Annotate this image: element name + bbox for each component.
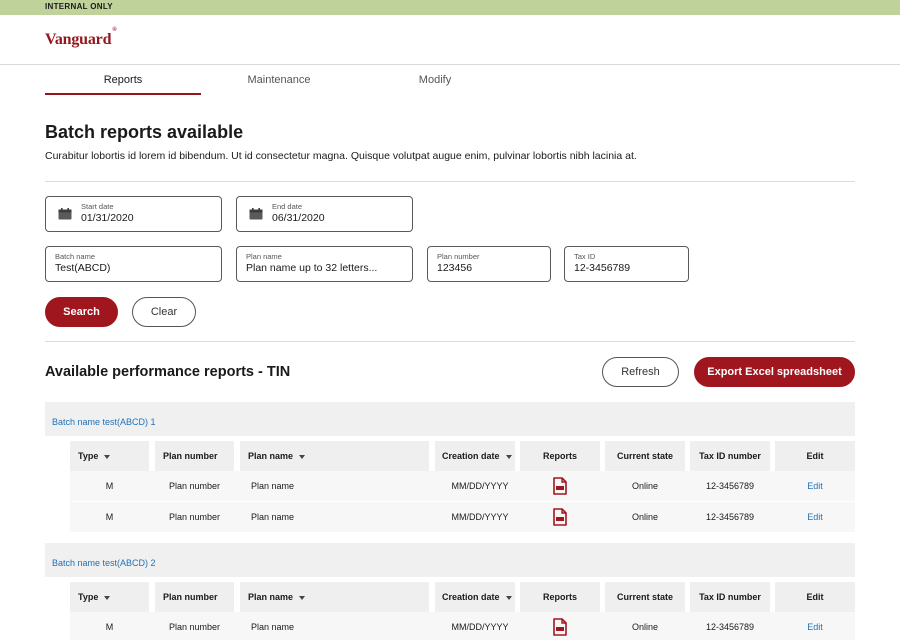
batch-name-label: Batch name [55,252,96,261]
end-date-label: End date [272,202,303,211]
search-button[interactable]: Search [45,297,118,327]
tab-maintenance[interactable]: Maintenance [201,66,357,95]
cell-creation-date: MM/DD/YYYY [451,512,509,522]
cell-current-state: Online [631,622,658,632]
sort-down-icon [104,454,111,459]
site-header: Vanguard® [0,15,900,65]
cell-tax-id: 12-3456789 [705,512,755,522]
edit-link[interactable]: Edit [775,502,855,532]
cell-type: M [105,481,114,491]
plan-name-field[interactable]: Plan name Plan name up to 32 letters... [236,246,413,282]
edit-link[interactable]: Edit [775,612,855,640]
calendar-icon [58,208,72,220]
start-date-field[interactable]: Start date 01/31/2020 [45,196,222,232]
plan-number-label: Plan number [437,252,480,261]
cell-creation-date: MM/DD/YYYY [451,622,509,632]
batch-header: Batch name test(ABCD) 2 [45,543,855,577]
column-header-edit: Edit [775,582,855,612]
edit-link[interactable]: Edit [775,471,855,501]
logo-text: Vanguard [45,31,112,48]
internal-only-banner: INTERNAL ONLY [0,0,900,15]
tab-modify[interactable]: Modify [357,66,513,95]
clear-button[interactable]: Clear [132,297,196,327]
batch-header: Batch name test(ABCD) 1 [45,402,855,436]
column-label: Plan number [163,451,218,461]
end-date-field[interactable]: End date 06/31/2020 [236,196,413,232]
batch-name-value: Test(ABCD) [55,262,111,274]
tax-id-value: 12-3456789 [574,262,631,274]
column-header-type[interactable]: Type [70,582,149,612]
column-header-current-state: Current state [605,441,685,471]
cell-plan-name: Plan name [251,481,295,491]
column-label: Plan number [163,592,218,602]
column-label: Creation date [442,451,500,461]
logo-registered-mark: ® [112,26,117,33]
sort-down-icon [104,595,111,600]
refresh-button[interactable]: Refresh [602,357,679,387]
page-description: Curabitur lobortis id lorem id bibendum.… [45,150,637,162]
banner-text: INTERNAL ONLY [45,2,113,11]
page-title: Batch reports available [45,122,244,142]
column-label: Plan name [248,592,294,602]
column-header-reports: Reports [520,441,600,471]
column-header-plan-number: Plan number [155,441,234,471]
column-header-creation-date[interactable]: Creation date [435,441,515,471]
column-header-creation-date[interactable]: Creation date [435,582,515,612]
cell-plan-name: Plan name [251,622,295,632]
vanguard-logo[interactable]: Vanguard® [45,27,117,49]
column-header-plan-number: Plan number [155,582,234,612]
plan-name-label: Plan name [246,252,282,261]
plan-name-value: Plan name up to 32 letters... [246,262,378,274]
column-header-plan-name[interactable]: Plan name [240,582,429,612]
column-header-tax-id-number: Tax ID number [690,441,770,471]
column-header-type[interactable]: Type [70,441,149,471]
tab-bar: Reports Maintenance Modify [45,66,855,96]
tab-reports[interactable]: Reports [45,66,201,95]
end-date-value: 06/31/2020 [272,212,325,224]
start-date-label: Start date [81,202,114,211]
cell-current-state: Online [631,481,658,491]
start-date-value: 01/31/2020 [81,212,134,224]
column-header-plan-name[interactable]: Plan name [240,441,429,471]
cell-creation-date: MM/DD/YYYY [451,481,509,491]
section-title: Available performance reports - TIN [45,364,291,380]
divider [45,341,855,342]
divider [45,181,855,182]
column-header-current-state: Current state [605,582,685,612]
cell-plan-number: Plan number [169,512,221,522]
pdf-icon[interactable] [553,618,567,636]
column-label: Creation date [442,592,500,602]
column-header-tax-id-number: Tax ID number [690,582,770,612]
cell-type: M [105,512,114,522]
cell-tax-id: 12-3456789 [705,622,755,632]
pdf-icon[interactable] [553,477,567,495]
column-label: Plan name [248,451,294,461]
column-label: Type [78,451,99,461]
batch-name-link[interactable]: Batch name test(ABCD) 2 [52,558,156,568]
plan-number-field[interactable]: Plan number 123456 [427,246,551,282]
tax-id-label: Tax ID [574,252,596,261]
sort-down-icon [505,595,512,600]
column-header-reports: Reports [520,582,600,612]
export-excel-button[interactable]: Export Excel spreadsheet [694,357,855,387]
sort-down-icon [299,595,306,600]
batch-name-link[interactable]: Batch name test(ABCD) 1 [52,417,156,427]
sort-down-icon [299,454,306,459]
cell-current-state: Online [631,512,658,522]
plan-number-value: 123456 [437,262,473,274]
cell-plan-number: Plan number [169,481,221,491]
column-label: Type [78,592,99,602]
calendar-icon [249,208,263,220]
sort-down-icon [505,454,512,459]
cell-plan-number: Plan number [169,622,221,632]
batch-name-field[interactable]: Batch name Test(ABCD) [45,246,222,282]
cell-plan-name: Plan name [251,512,295,522]
cell-tax-id: 12-3456789 [705,481,755,491]
tax-id-field[interactable]: Tax ID 12-3456789 [564,246,689,282]
cell-type: M [105,622,114,632]
column-header-edit: Edit [775,441,855,471]
pdf-icon[interactable] [553,508,567,526]
